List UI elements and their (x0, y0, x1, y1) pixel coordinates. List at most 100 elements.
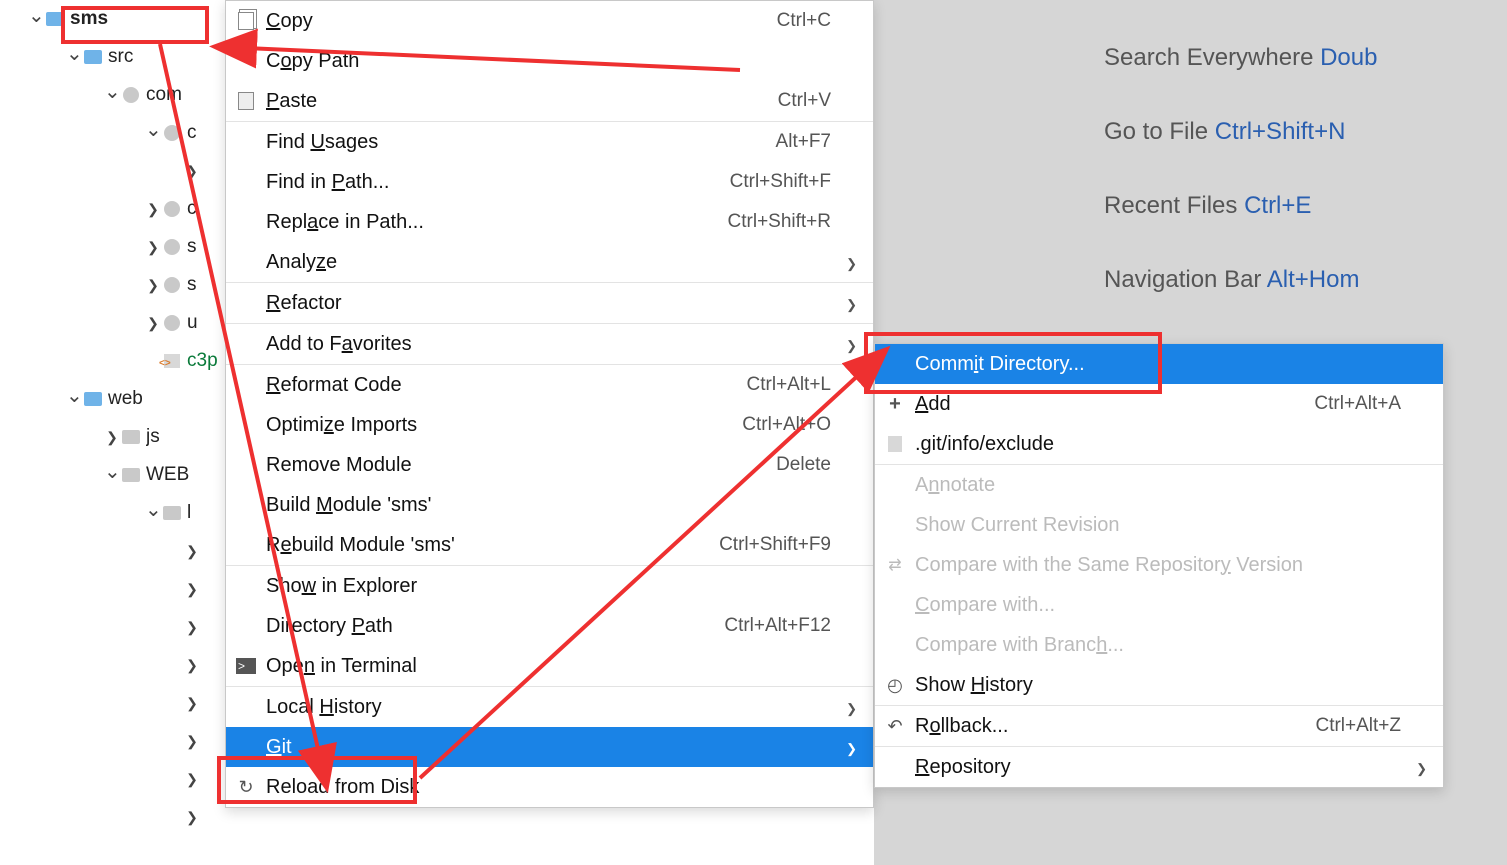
tree-item[interactable]: sms (0, 0, 230, 38)
menu-item[interactable]: Local History (226, 687, 873, 727)
chevron-right-icon[interactable] (145, 201, 161, 218)
chevron-right-icon[interactable] (145, 315, 161, 332)
tree-item[interactable] (0, 608, 230, 646)
hint-text: Navigation Bar (1104, 266, 1267, 293)
menu-item-shortcut: Ctrl+Shift+F9 (719, 534, 831, 556)
tree-item-label: u (187, 312, 198, 334)
menu-item-label: Remove Module (266, 454, 768, 477)
hint-text: Go to File (1104, 118, 1215, 145)
chevron-down-icon[interactable] (145, 121, 161, 146)
submenu-arrow-icon (839, 333, 857, 356)
git-submenu[interactable]: Commit Directory...AddCtrl+Alt+A.git/inf… (874, 343, 1444, 788)
tree-item-label: web (108, 388, 143, 410)
menu-item[interactable]: Rollback...Ctrl+Alt+Z (875, 706, 1443, 746)
submenu-arrow-icon (1409, 756, 1427, 779)
chevron-right-icon[interactable] (184, 657, 200, 674)
menu-item[interactable]: Find UsagesAlt+F7 (226, 122, 873, 162)
menu-item[interactable]: AddCtrl+Alt+A (875, 384, 1443, 424)
chevron-down-icon[interactable] (28, 7, 44, 32)
tree-item[interactable]: u (0, 304, 230, 342)
menu-item[interactable]: Open in Terminal (226, 646, 873, 686)
menu-item[interactable]: Replace in Path...Ctrl+Shift+R (226, 202, 873, 242)
copy-icon (234, 12, 258, 30)
hint-text: Recent Files (1104, 192, 1244, 219)
menu-item[interactable]: Git (226, 727, 873, 767)
package-icon (161, 238, 183, 256)
menu-item-shortcut: Ctrl+Alt+L (747, 374, 831, 396)
menu-item[interactable]: Optimize ImportsCtrl+Alt+O (226, 405, 873, 445)
menu-item[interactable]: Commit Directory... (875, 344, 1443, 384)
chevron-right-icon[interactable] (145, 277, 161, 294)
module-folder-icon (44, 10, 66, 28)
menu-item: Show Current Revision (875, 505, 1443, 545)
chevron-right-icon[interactable] (184, 695, 200, 712)
project-tree[interactable]: smssrccomccssuc3pwebjsWEBl (0, 0, 230, 865)
menu-item: Compare with... (875, 585, 1443, 625)
menu-item-label: Directory Path (266, 615, 716, 638)
menu-item[interactable]: Reload from Disk (226, 767, 873, 807)
menu-item[interactable]: Directory PathCtrl+Alt+F12 (226, 606, 873, 646)
menu-item[interactable]: Add to Favorites (226, 324, 873, 364)
tree-item[interactable] (0, 570, 230, 608)
context-menu-project[interactable]: CopyCtrl+CCopy PathPasteCtrl+VFind Usage… (225, 0, 874, 808)
menu-item[interactable]: Build Module 'sms' (226, 485, 873, 525)
menu-item-label: Add to Favorites (266, 333, 831, 356)
menu-item[interactable]: CopyCtrl+C (226, 1, 873, 41)
tree-item[interactable]: WEB (0, 456, 230, 494)
menu-item-label: Optimize Imports (266, 414, 734, 437)
chevron-right-icon[interactable] (184, 581, 200, 598)
menu-item[interactable]: Show History (875, 665, 1443, 705)
menu-item[interactable]: Find in Path...Ctrl+Shift+F (226, 162, 873, 202)
tree-item[interactable]: l (0, 494, 230, 532)
tree-item[interactable] (0, 532, 230, 570)
tree-item[interactable] (0, 798, 230, 836)
package-icon (161, 314, 183, 332)
chevron-right-icon[interactable] (145, 239, 161, 256)
menu-item-label: Rollback... (915, 715, 1307, 738)
tree-item[interactable]: s (0, 228, 230, 266)
tree-item[interactable]: s (0, 266, 230, 304)
menu-item[interactable]: Rebuild Module 'sms'Ctrl+Shift+F9 (226, 525, 873, 565)
tree-item[interactable] (0, 760, 230, 798)
tree-item[interactable] (0, 152, 230, 190)
menu-item[interactable]: Reformat Code Ctrl+Alt+L (226, 365, 873, 405)
menu-item[interactable]: PasteCtrl+V (226, 81, 873, 121)
tree-item[interactable]: web (0, 380, 230, 418)
hint-go-to-file: Go to File Ctrl+Shift+N (1104, 118, 1345, 146)
chevron-right-icon[interactable] (184, 733, 200, 750)
chevron-right-icon[interactable] (184, 543, 200, 560)
file-icon (161, 352, 183, 370)
chevron-down-icon[interactable] (104, 463, 120, 488)
tree-item[interactable]: src (0, 38, 230, 76)
chevron-right-icon[interactable] (184, 163, 200, 180)
menu-item[interactable]: Analyze (226, 242, 873, 282)
tree-item[interactable] (0, 684, 230, 722)
menu-item[interactable]: .git/info/exclude (875, 424, 1443, 464)
tree-item[interactable]: c (0, 114, 230, 152)
menu-item[interactable]: Show in Explorer (226, 566, 873, 606)
menu-item[interactable]: Refactor (226, 283, 873, 323)
chevron-right-icon[interactable] (184, 809, 200, 826)
tree-item-label: com (146, 84, 182, 106)
tree-item[interactable]: com (0, 76, 230, 114)
chevron-down-icon[interactable] (145, 501, 161, 526)
menu-item[interactable]: Repository (875, 747, 1443, 787)
tree-item[interactable]: c (0, 190, 230, 228)
menu-item-label: Repository (915, 756, 1401, 779)
chevron-right-icon[interactable] (184, 619, 200, 636)
tree-item[interactable]: c3p (0, 342, 230, 380)
tree-item[interactable]: js (0, 418, 230, 456)
tree-item[interactable] (0, 646, 230, 684)
hint-text: Search Everywhere (1104, 44, 1320, 71)
chevron-right-icon[interactable] (184, 771, 200, 788)
chevron-right-icon[interactable] (104, 429, 120, 446)
chevron-down-icon[interactable] (66, 45, 82, 70)
menu-item-label: Reformat Code (266, 374, 739, 397)
module-folder-icon (82, 390, 104, 408)
chevron-down-icon[interactable] (66, 387, 82, 412)
tree-item[interactable] (0, 722, 230, 760)
package-icon (120, 86, 142, 104)
menu-item[interactable]: Remove ModuleDelete (226, 445, 873, 485)
menu-item[interactable]: Copy Path (226, 41, 873, 81)
chevron-down-icon[interactable] (104, 83, 120, 108)
